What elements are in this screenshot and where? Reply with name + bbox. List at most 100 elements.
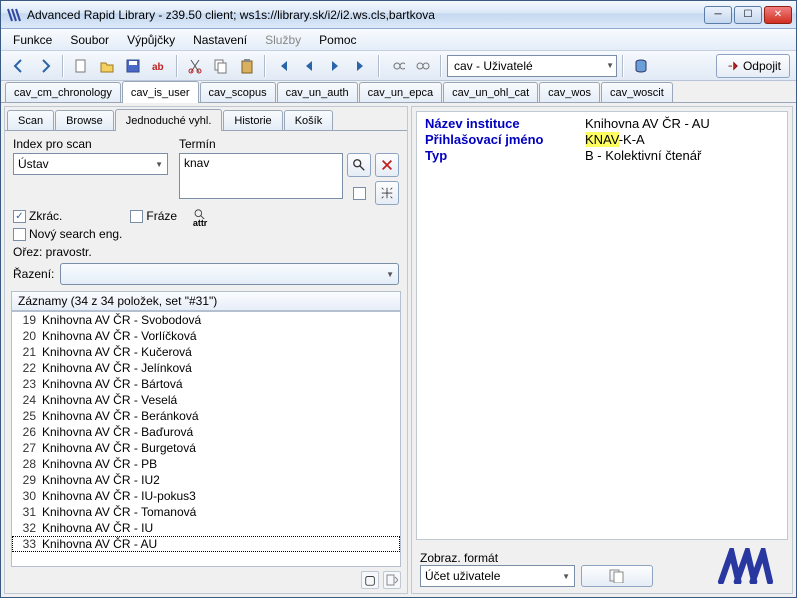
menu-pomoc[interactable]: Pomoc: [311, 31, 364, 49]
plug-icon: [725, 59, 739, 73]
zobraz-combo[interactable]: Účet uživatele ▼: [420, 565, 575, 587]
innertab-1[interactable]: Browse: [55, 110, 114, 130]
copy-icon[interactable]: [209, 54, 233, 78]
chevron-down-icon: ▼: [155, 160, 163, 169]
checkbox-icon[interactable]: [347, 181, 371, 205]
termin-label: Termín: [179, 137, 399, 151]
toolbar: ab cav - Uživatelé ▼ Odpojit: [1, 51, 796, 81]
minimize-button[interactable]: ─: [704, 6, 732, 24]
tab-cav_cm_chronology[interactable]: cav_cm_chronology: [5, 82, 121, 102]
field-typ-value: B - Kolektivní čtenář: [585, 148, 779, 163]
tab-cav_un_ohl_cat[interactable]: cav_un_ohl_cat: [443, 82, 538, 102]
table-row[interactable]: 29Knihovna AV ČR - IU2: [12, 472, 400, 488]
records-list[interactable]: 19Knihovna AV ČR - Svobodová20Knihovna A…: [11, 311, 401, 567]
field-nazev-label: Název instituce: [425, 116, 585, 131]
nav-fwd-icon[interactable]: [33, 54, 57, 78]
prev-icon[interactable]: [297, 54, 321, 78]
table-row[interactable]: 22Knihovna AV ČR - Jelínková: [12, 360, 400, 376]
zobraz-label: Zobraz. formát: [420, 551, 575, 565]
menu-vypujcky[interactable]: Výpůjčky: [119, 31, 183, 49]
attr-label: attr: [193, 219, 208, 227]
window-title: Advanced Rapid Library - z39.50 client; …: [27, 8, 704, 22]
razeni-combo[interactable]: ▼: [60, 263, 399, 285]
copy-icon: [609, 569, 625, 583]
ab-icon[interactable]: ab: [147, 54, 171, 78]
table-row[interactable]: 28Knihovna AV ČR - PB: [12, 456, 400, 472]
field-typ-label: Typ: [425, 148, 585, 163]
db-icon[interactable]: [629, 54, 653, 78]
fraze-label: Fráze: [146, 209, 177, 223]
menu-sluzby: Služby: [257, 31, 309, 49]
svg-text:ab: ab: [152, 62, 164, 73]
new-icon[interactable]: [69, 54, 93, 78]
innertab-3[interactable]: Historie: [223, 110, 282, 130]
first-icon[interactable]: [271, 54, 295, 78]
table-row[interactable]: 20Knihovna AV ČR - Vorlíčková: [12, 328, 400, 344]
table-row[interactable]: 19Knihovna AV ČR - Svobodová: [12, 312, 400, 328]
next-icon[interactable]: [323, 54, 347, 78]
menu-nastaveni[interactable]: Nastavení: [185, 31, 255, 49]
field-jmeno-label: Přihlašovací jméno: [425, 132, 585, 147]
menu-funkce[interactable]: Funkce: [5, 31, 60, 49]
termin-value: knav: [184, 156, 209, 170]
paste-icon[interactable]: [235, 54, 259, 78]
tab-cav_un_epca[interactable]: cav_un_epca: [359, 82, 442, 102]
menubar: Funkce Soubor Výpůjčky Nastavení Služby …: [1, 29, 796, 51]
novysearch-checkbox[interactable]: [13, 228, 26, 241]
attr-button[interactable]: attr: [189, 207, 211, 229]
app-icon: [7, 7, 23, 23]
novysearch-label: Nový search eng.: [29, 227, 122, 241]
fraze-checkbox[interactable]: [130, 210, 143, 223]
table-row[interactable]: 25Knihovna AV ČR - Beránková: [12, 408, 400, 424]
last-icon[interactable]: [349, 54, 373, 78]
link2-icon[interactable]: [411, 54, 435, 78]
chevron-down-icon: ▼: [386, 270, 394, 279]
table-row[interactable]: 27Knihovna AV ČR - Burgetová: [12, 440, 400, 456]
table-row[interactable]: 21Knihovna AV ČR - Kučerová: [12, 344, 400, 360]
close-button[interactable]: ✕: [764, 6, 792, 24]
tab-cav_woscit[interactable]: cav_woscit: [601, 82, 673, 102]
clear-button[interactable]: [375, 153, 399, 177]
chevron-down-icon: ▼: [562, 572, 570, 581]
table-row[interactable]: 23Knihovna AV ČR - Bártová: [12, 376, 400, 392]
right-panel: Název instituceKnihovna AV ČR - AU Přihl…: [411, 106, 793, 594]
link1-icon[interactable]: [385, 54, 409, 78]
table-row[interactable]: 33Knihovna AV ČR - AU: [12, 536, 400, 552]
list-tool2-icon[interactable]: [383, 571, 401, 589]
table-row[interactable]: 30Knihovna AV ČR - IU-pokus3: [12, 488, 400, 504]
innertab-2[interactable]: Jednoduché vyhl.: [115, 109, 223, 131]
table-row[interactable]: 26Knihovna AV ČR - Baďurová: [12, 424, 400, 440]
open-icon[interactable]: [95, 54, 119, 78]
index-dropdown-value: Ústav: [18, 157, 49, 171]
table-row[interactable]: 31Knihovna AV ČR - Tomanová: [12, 504, 400, 520]
innertab-0[interactable]: Scan: [7, 110, 54, 130]
table-row[interactable]: 24Knihovna AV ČR - Veselá: [12, 392, 400, 408]
index-dropdown[interactable]: Ústav ▼: [13, 153, 168, 175]
detail-view: Název instituceKnihovna AV ČR - AU Přihl…: [416, 111, 788, 540]
maximize-button[interactable]: ☐: [734, 6, 762, 24]
zkrac-label: Zkrác.: [29, 209, 62, 223]
titlebar: Advanced Rapid Library - z39.50 client; …: [1, 1, 796, 29]
orez-label: Ořez: pravostr.: [5, 245, 407, 261]
server-combo[interactable]: cav - Uživatelé ▼: [447, 55, 617, 77]
expand-button[interactable]: [375, 181, 399, 205]
list-tool1-icon[interactable]: ▢: [361, 571, 379, 589]
search-button[interactable]: [347, 153, 371, 177]
termin-input[interactable]: knav: [179, 153, 343, 199]
left-panel: ScanBrowseJednoduché vyhl.HistorieKošík …: [4, 106, 408, 594]
zkrac-checkbox[interactable]: ✓: [13, 210, 26, 223]
cut-icon[interactable]: [183, 54, 207, 78]
save-icon[interactable]: [121, 54, 145, 78]
table-row[interactable]: 32Knihovna AV ČR - IU: [12, 520, 400, 536]
menu-soubor[interactable]: Soubor: [62, 31, 117, 49]
tab-cav_un_auth[interactable]: cav_un_auth: [277, 82, 358, 102]
tab-cav_wos[interactable]: cav_wos: [539, 82, 600, 102]
nav-back-icon[interactable]: [7, 54, 31, 78]
innertab-4[interactable]: Košík: [284, 110, 334, 130]
copy-detail-button[interactable]: [581, 565, 653, 587]
tab-cav_is_user[interactable]: cav_is_user: [122, 81, 199, 103]
disconnect-button[interactable]: Odpojit: [716, 54, 790, 78]
tab-cav_scopus[interactable]: cav_scopus: [200, 82, 276, 102]
field-nazev-value: Knihovna AV ČR - AU: [585, 116, 779, 131]
chevron-down-icon: ▼: [606, 61, 614, 70]
